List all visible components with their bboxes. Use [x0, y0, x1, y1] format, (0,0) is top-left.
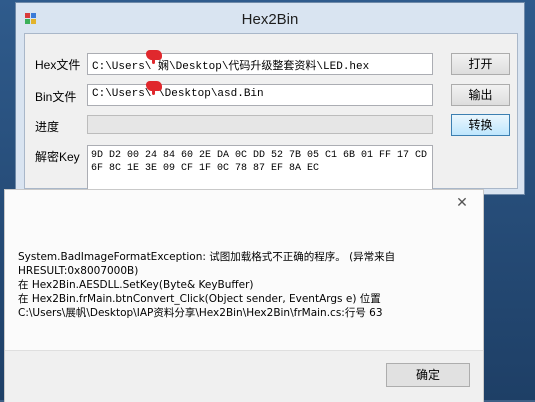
- redaction-mark: [146, 81, 162, 95]
- error-message: System.BadImageFormatException: 试图加载格式不正…: [18, 250, 458, 320]
- redaction-mark: [146, 50, 162, 64]
- open-button[interactable]: 打开: [451, 53, 510, 75]
- dialog-footer: 确定: [5, 350, 483, 402]
- ok-button[interactable]: 确定: [386, 363, 470, 387]
- error-line: System.BadImageFormatException: 试图加载格式不正…: [18, 251, 396, 263]
- error-line: 在 Hex2Bin.AESDLL.SetKey(Byte& KeyBuffer): [18, 279, 254, 291]
- convert-button[interactable]: 转换: [451, 114, 510, 136]
- bin-file-label: Bin文件: [35, 90, 77, 104]
- error-dialog: ✕ System.BadImageFormatException: 试图加载格式…: [4, 189, 484, 402]
- hex-file-label: Hex文件: [35, 58, 81, 72]
- hex-path-field[interactable]: C:\Users\ 娴\Desktop\代码升级整套资料\LED.hex: [87, 53, 433, 75]
- title-bar[interactable]: Hex2Bin: [16, 3, 524, 33]
- hex2bin-window: Hex2Bin Hex文件 C:\Users\ 娴\Desktop\代码升级整套…: [15, 2, 525, 195]
- progress-label: 进度: [35, 120, 60, 134]
- key-textbox[interactable]: 9D D2 00 24 84 60 2E DA 0C DD 52 7B 05 C…: [87, 145, 433, 191]
- bin-path-field[interactable]: C:\Users\ \Desktop\asd.Bin: [87, 84, 433, 106]
- error-line: 在 Hex2Bin.frMain.btnConvert_Click(Object…: [18, 293, 381, 305]
- key-label: 解密Key: [35, 150, 80, 164]
- progress-bar: [87, 115, 433, 134]
- main-form: Hex文件 C:\Users\ 娴\Desktop\代码升级整套资料\LED.h…: [24, 33, 518, 191]
- window-title: Hex2Bin: [241, 11, 299, 28]
- error-line: C:\Users\展帆\Desktop\IAP资料分享\Hex2Bin\Hex2…: [18, 307, 383, 319]
- close-icon[interactable]: ✕: [449, 194, 475, 211]
- error-line: HRESULT:0x8007000B): [18, 265, 139, 277]
- output-button[interactable]: 输出: [451, 84, 510, 106]
